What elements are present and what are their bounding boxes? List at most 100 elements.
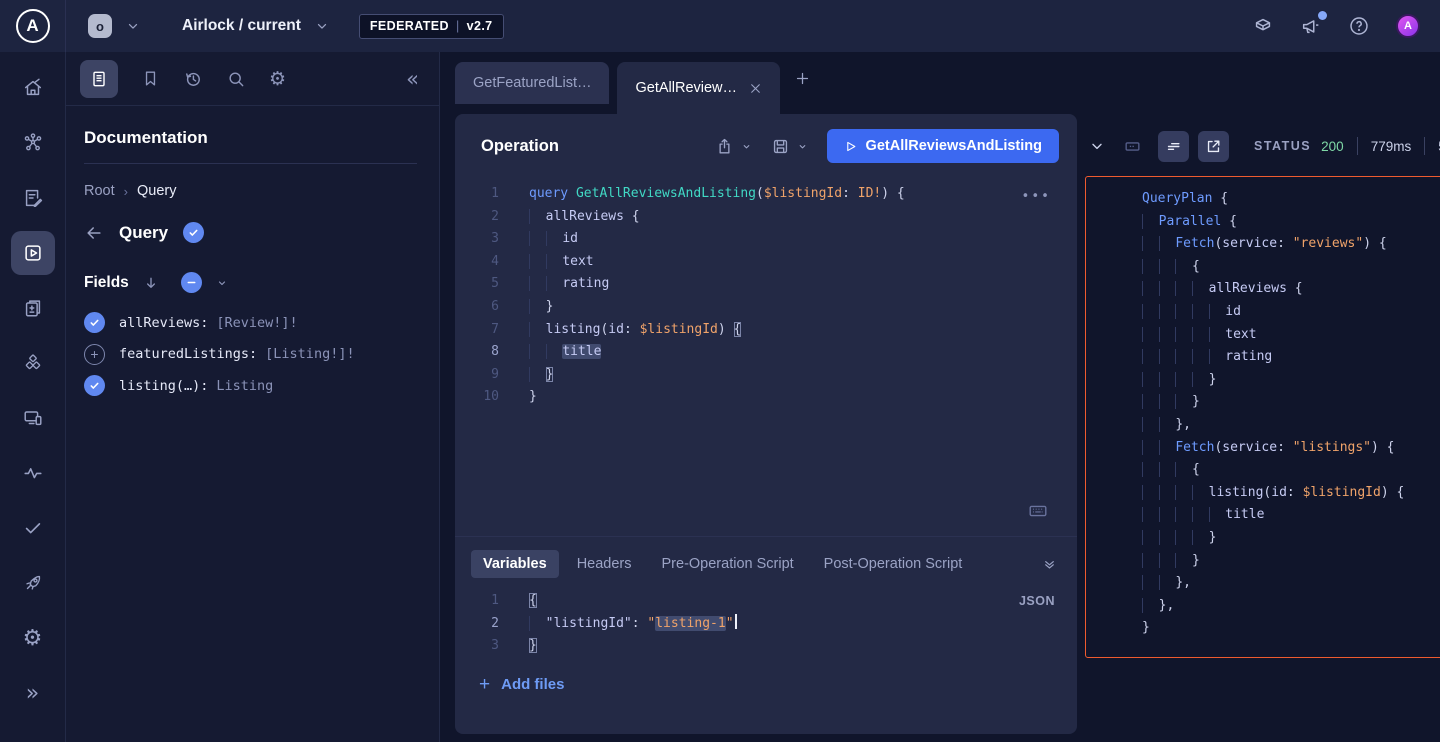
code-line: }, bbox=[1112, 595, 1440, 618]
field-actions-chevron-icon[interactable] bbox=[216, 277, 228, 289]
announcements-megaphone-icon[interactable] bbox=[1300, 15, 1322, 37]
share-operation-icon[interactable] bbox=[715, 137, 734, 156]
code-line: 10} bbox=[455, 386, 1077, 409]
checks-icon[interactable] bbox=[11, 506, 55, 550]
tab-pre-operation-script[interactable]: Pre-Operation Script bbox=[650, 550, 806, 578]
schema-editor-icon[interactable] bbox=[11, 176, 55, 220]
code-line: { bbox=[1112, 459, 1440, 482]
field-name: allReviews: bbox=[119, 315, 208, 331]
explorer-icon[interactable] bbox=[11, 231, 55, 275]
close-tab-icon[interactable] bbox=[749, 82, 762, 95]
field-checked-icon[interactable] bbox=[84, 375, 105, 396]
code-line: allReviews { bbox=[1112, 278, 1440, 301]
expand-sidebar-icon[interactable]: » bbox=[11, 671, 55, 715]
collapse-variables-chevrons-icon[interactable] bbox=[1042, 557, 1061, 572]
editor-menu-kebab-icon[interactable]: ••• bbox=[1022, 186, 1051, 209]
field-add-plus-icon[interactable]: + bbox=[84, 344, 105, 365]
field-row-listing[interactable]: listing(…):Listing bbox=[84, 375, 417, 396]
code-line: id bbox=[1112, 301, 1440, 324]
code-line: } bbox=[1112, 369, 1440, 392]
history-icon[interactable] bbox=[183, 69, 203, 89]
run-operation-button[interactable]: GetAllReviewsAndListing bbox=[827, 129, 1059, 163]
variables-editor[interactable]: JSON 1{2 "listingId": "listing-1"3} bbox=[471, 590, 1061, 658]
query-plan-text-view-button[interactable] bbox=[1158, 131, 1189, 162]
line-number: 5 bbox=[455, 273, 499, 296]
line-number: 1 bbox=[455, 183, 499, 206]
field-row-allreviews[interactable]: allReviews:[Review!]! bbox=[84, 312, 417, 333]
workbench: GetFeaturedList… GetAllReview… Operation bbox=[440, 52, 1440, 742]
insights-pulse-icon[interactable] bbox=[11, 451, 55, 495]
inline-panel-icon[interactable] bbox=[1123, 137, 1142, 156]
code-line: listing(id: $listingId) { bbox=[1112, 482, 1440, 505]
field-checked-icon[interactable] bbox=[84, 312, 105, 333]
code-line: } bbox=[1112, 527, 1440, 550]
language-label: JSON bbox=[1019, 590, 1055, 613]
org-avatar[interactable]: o bbox=[88, 14, 112, 38]
documentation-tab-icon[interactable] bbox=[80, 60, 118, 98]
line-number: 4 bbox=[455, 251, 499, 274]
breadcrumb-separator: › bbox=[124, 184, 128, 199]
graph-name[interactable]: Airlock / current bbox=[182, 17, 301, 35]
help-icon[interactable] bbox=[1348, 15, 1370, 37]
doc-settings-gear-icon[interactable]: ⚙ bbox=[269, 68, 286, 90]
back-arrow-icon[interactable] bbox=[84, 223, 104, 243]
search-icon[interactable] bbox=[226, 69, 246, 89]
tab-getallreviews[interactable]: GetAllReview… bbox=[617, 62, 780, 114]
query-plan-viewer[interactable]: QueryPlan { Parallel { Fetch(service: "r… bbox=[1085, 176, 1440, 658]
new-tab-plus-icon[interactable] bbox=[794, 70, 811, 87]
bookmarks-icon[interactable] bbox=[141, 69, 160, 88]
deselect-all-fields-icon[interactable] bbox=[181, 272, 202, 293]
top-bar: A o Airlock / current FEDERATED | v2.7 A bbox=[0, 0, 1440, 52]
tab-variables[interactable]: Variables bbox=[471, 550, 559, 578]
org-chevron-down-icon[interactable] bbox=[126, 19, 140, 33]
line-number: 9 bbox=[455, 364, 499, 387]
add-files-label: Add files bbox=[501, 676, 564, 693]
share-options-chevron-icon[interactable] bbox=[741, 141, 752, 152]
tab-post-operation-script[interactable]: Post-Operation Script bbox=[812, 550, 975, 578]
collapse-panel-icon[interactable]: « bbox=[406, 67, 419, 91]
variables-section: Variables Headers Pre-Operation Script P… bbox=[455, 536, 1077, 734]
response-panel: STATUS 200 779ms 58 QueryPlan { Parallel… bbox=[1077, 114, 1440, 742]
open-in-new-window-button[interactable] bbox=[1198, 131, 1229, 162]
code-line: } bbox=[1112, 391, 1440, 414]
type-selected-check-icon[interactable] bbox=[183, 222, 204, 243]
save-operation-icon[interactable] bbox=[771, 137, 790, 156]
graph-chevron-down-icon[interactable] bbox=[315, 19, 329, 33]
code-line: rating bbox=[1112, 346, 1440, 369]
line-number: 3 bbox=[455, 228, 499, 251]
launches-rocket-icon[interactable] bbox=[11, 561, 55, 605]
panel-title: Documentation bbox=[84, 128, 417, 148]
code-line: 8 title bbox=[455, 341, 1077, 364]
field-type: Listing bbox=[216, 378, 273, 394]
breadcrumb-current[interactable]: Query bbox=[137, 183, 177, 199]
tab-label: GetAllReview… bbox=[635, 80, 737, 96]
tab-label: GetFeaturedList… bbox=[473, 75, 591, 91]
breadcrumb-root[interactable]: Root bbox=[84, 183, 115, 199]
code-line: 2 "listingId": "listing-1" bbox=[471, 613, 1061, 636]
operation-title: Operation bbox=[481, 137, 559, 156]
home-icon[interactable] bbox=[11, 66, 55, 110]
apollo-logo-icon[interactable]: A bbox=[16, 9, 50, 43]
changelog-icon[interactable] bbox=[11, 286, 55, 330]
federated-label: FEDERATED bbox=[370, 19, 449, 33]
user-avatar[interactable]: A bbox=[1396, 14, 1420, 38]
field-row-featuredlistings[interactable]: + featuredListings:[Listing!]! bbox=[84, 344, 417, 365]
tab-headers[interactable]: Headers bbox=[565, 550, 644, 578]
settings-gear-icon[interactable]: ⚙ bbox=[11, 616, 55, 660]
add-files-button[interactable]: + Add files bbox=[471, 674, 1061, 696]
subgraphs-icon[interactable] bbox=[11, 341, 55, 385]
clients-icon[interactable] bbox=[11, 396, 55, 440]
line-number: 7 bbox=[455, 319, 499, 342]
keyboard-shortcuts-icon[interactable] bbox=[1027, 500, 1049, 522]
save-options-chevron-icon[interactable] bbox=[797, 141, 808, 152]
breadcrumb: Root › Query bbox=[84, 183, 417, 199]
line-number: 8 bbox=[455, 341, 499, 364]
collapse-response-chevron-icon[interactable] bbox=[1089, 138, 1105, 154]
graph-cube-icon[interactable] bbox=[1252, 15, 1274, 37]
documentation-toolbar: ⚙ « bbox=[66, 52, 439, 106]
graph-network-icon[interactable] bbox=[11, 121, 55, 165]
sort-fields-icon[interactable] bbox=[143, 275, 159, 291]
tab-getfeaturedlistings[interactable]: GetFeaturedList… bbox=[455, 62, 609, 104]
operation-editor[interactable]: 1query GetAllReviewsAndListing($listingI… bbox=[455, 174, 1077, 536]
divider bbox=[1357, 137, 1358, 155]
